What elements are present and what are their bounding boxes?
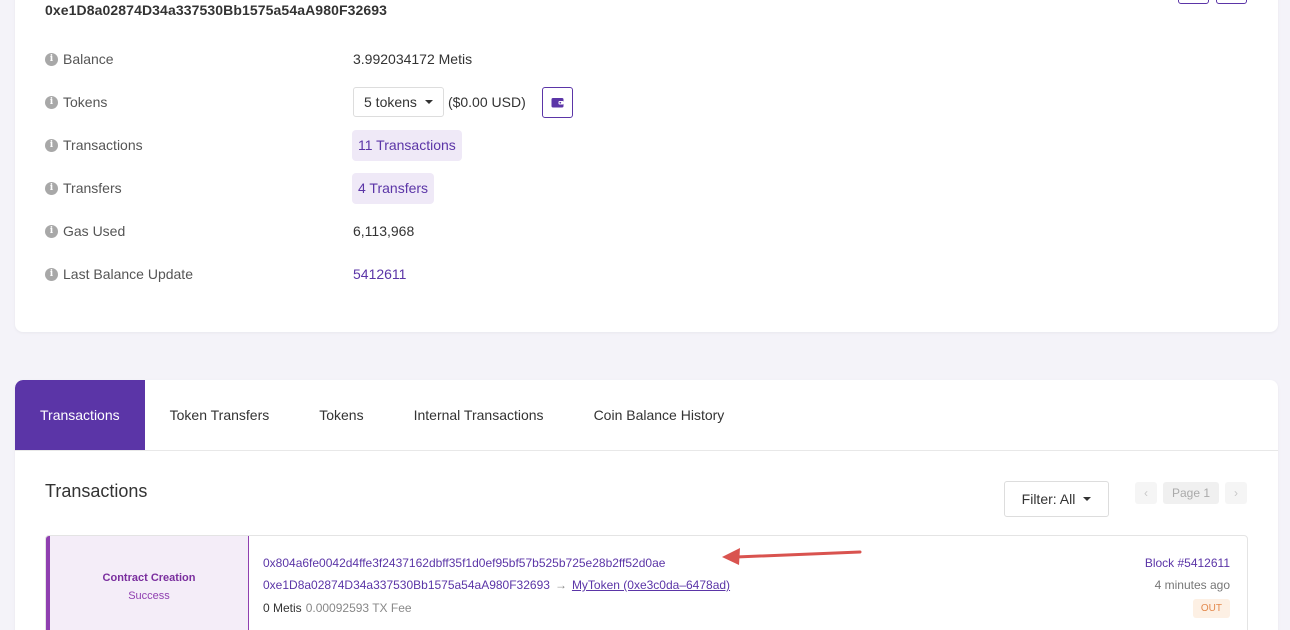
to-contract-link[interactable]: MyToken (0xe3c0da–6478ad) [572,578,730,592]
address-overview-card: 0xe1D8a02874D34a337530Bb1575a54aA980F326… [15,0,1278,332]
address-tabs: Transactions Token Transfers Tokens Inte… [15,380,1278,451]
transactions-card: Transactions Token Transfers Tokens Inte… [15,380,1278,630]
balance-value: 3.992034172 Metis [353,51,473,67]
gas-used-label: Gas Used [63,223,126,239]
last-balance-update-row: i Last Balance Update 5412611 [45,259,845,289]
balance-row: i Balance 3.992034172 Metis [45,44,845,74]
filter-dropdown[interactable]: Filter: All [1004,481,1109,517]
tokens-row: i Tokens 5 tokens ($0.00 USD) [45,86,845,118]
chevron-down-icon [1083,497,1092,501]
transaction-type: Contract Creation [102,572,196,584]
filter-label: Filter: All [1021,491,1076,507]
tokens-label: Tokens [63,94,108,110]
transaction-value-fee: 0 Metis 0.00092593 TX Fee [263,601,412,615]
wallet-icon [551,97,564,107]
chevron-left-icon: ‹ [1144,486,1148,500]
transaction-status: Success [128,590,170,602]
annotation-arrow-icon [722,548,862,565]
last-balance-update-block-link[interactable]: 5412611 [353,266,406,282]
transaction-type-badge: Contract Creation Success [46,536,249,630]
next-page-button[interactable]: › [1225,482,1248,504]
tab-coin-balance-history[interactable]: Coin Balance History [569,380,750,450]
transaction-fee: 0.00092593 TX Fee [305,601,412,615]
block-number-link[interactable]: Block #5412611 [1145,556,1230,570]
pagination: ‹ Page 1 › [1135,482,1248,504]
transaction-value: 0 Metis [263,601,302,615]
tokens-usd-value: ($0.00 USD) [447,94,526,110]
copy-address-button[interactable] [1178,0,1209,4]
transactions-count-row: i Transactions 11 Transactions [45,129,845,161]
transfers-count-row: i Transfers 4 Transfers [45,172,845,204]
tab-transactions[interactable]: Transactions [15,380,145,450]
transaction-time: 4 minutes ago [1154,578,1230,592]
transfers-label: Transfers [63,180,122,196]
transfers-count-link[interactable]: 4 Transfers [352,172,435,204]
chevron-down-icon [424,100,433,104]
direction-badge: OUT [1192,599,1230,618]
from-address-link[interactable]: 0xe1D8a02874D34a337530Bb1575a54aA980F326… [263,578,550,592]
info-icon[interactable]: i [45,267,58,281]
chevron-right-icon: › [1234,486,1239,500]
tab-token-transfers[interactable]: Token Transfers [145,380,295,450]
gas-used-value: 6,113,968 [353,223,415,239]
tab-internal-transactions[interactable]: Internal Transactions [389,380,569,450]
qr-code-button[interactable] [1216,0,1247,4]
gas-used-row: i Gas Used 6,113,968 [45,216,845,246]
transactions-count-link[interactable]: 11 Transactions [352,129,462,161]
tab-tokens[interactable]: Tokens [294,380,388,450]
info-icon[interactable]: i [45,138,58,152]
page-indicator: Page 1 [1163,482,1220,504]
arrow-right-icon: → [554,578,567,592]
tokens-dropdown[interactable]: 5 tokens [353,87,444,117]
info-icon[interactable]: i [45,224,58,238]
transaction-tile: Contract Creation Success 0x804a6fe0042d… [45,535,1248,630]
last-balance-update-label: Last Balance Update [63,266,193,282]
add-to-wallet-button[interactable] [541,86,573,118]
info-icon[interactable]: i [45,52,58,66]
address-hash: 0xe1D8a02874D34a337530Bb1575a54aA980F326… [45,2,388,18]
prev-page-button[interactable]: ‹ [1135,482,1157,504]
tokens-dropdown-label: 5 tokens [364,94,417,110]
info-icon[interactable]: i [45,181,58,195]
transactions-label: Transactions [63,137,143,153]
info-icon[interactable]: i [45,95,58,109]
balance-label: Balance [63,51,114,67]
section-title: Transactions [45,481,148,501]
transaction-hash-link[interactable]: 0x804a6fe0042d4ffe3f2437162dbff35f1d0ef9… [263,556,665,570]
transaction-from-to: 0xe1D8a02874D34a337530Bb1575a54aA980F326… [263,578,730,592]
